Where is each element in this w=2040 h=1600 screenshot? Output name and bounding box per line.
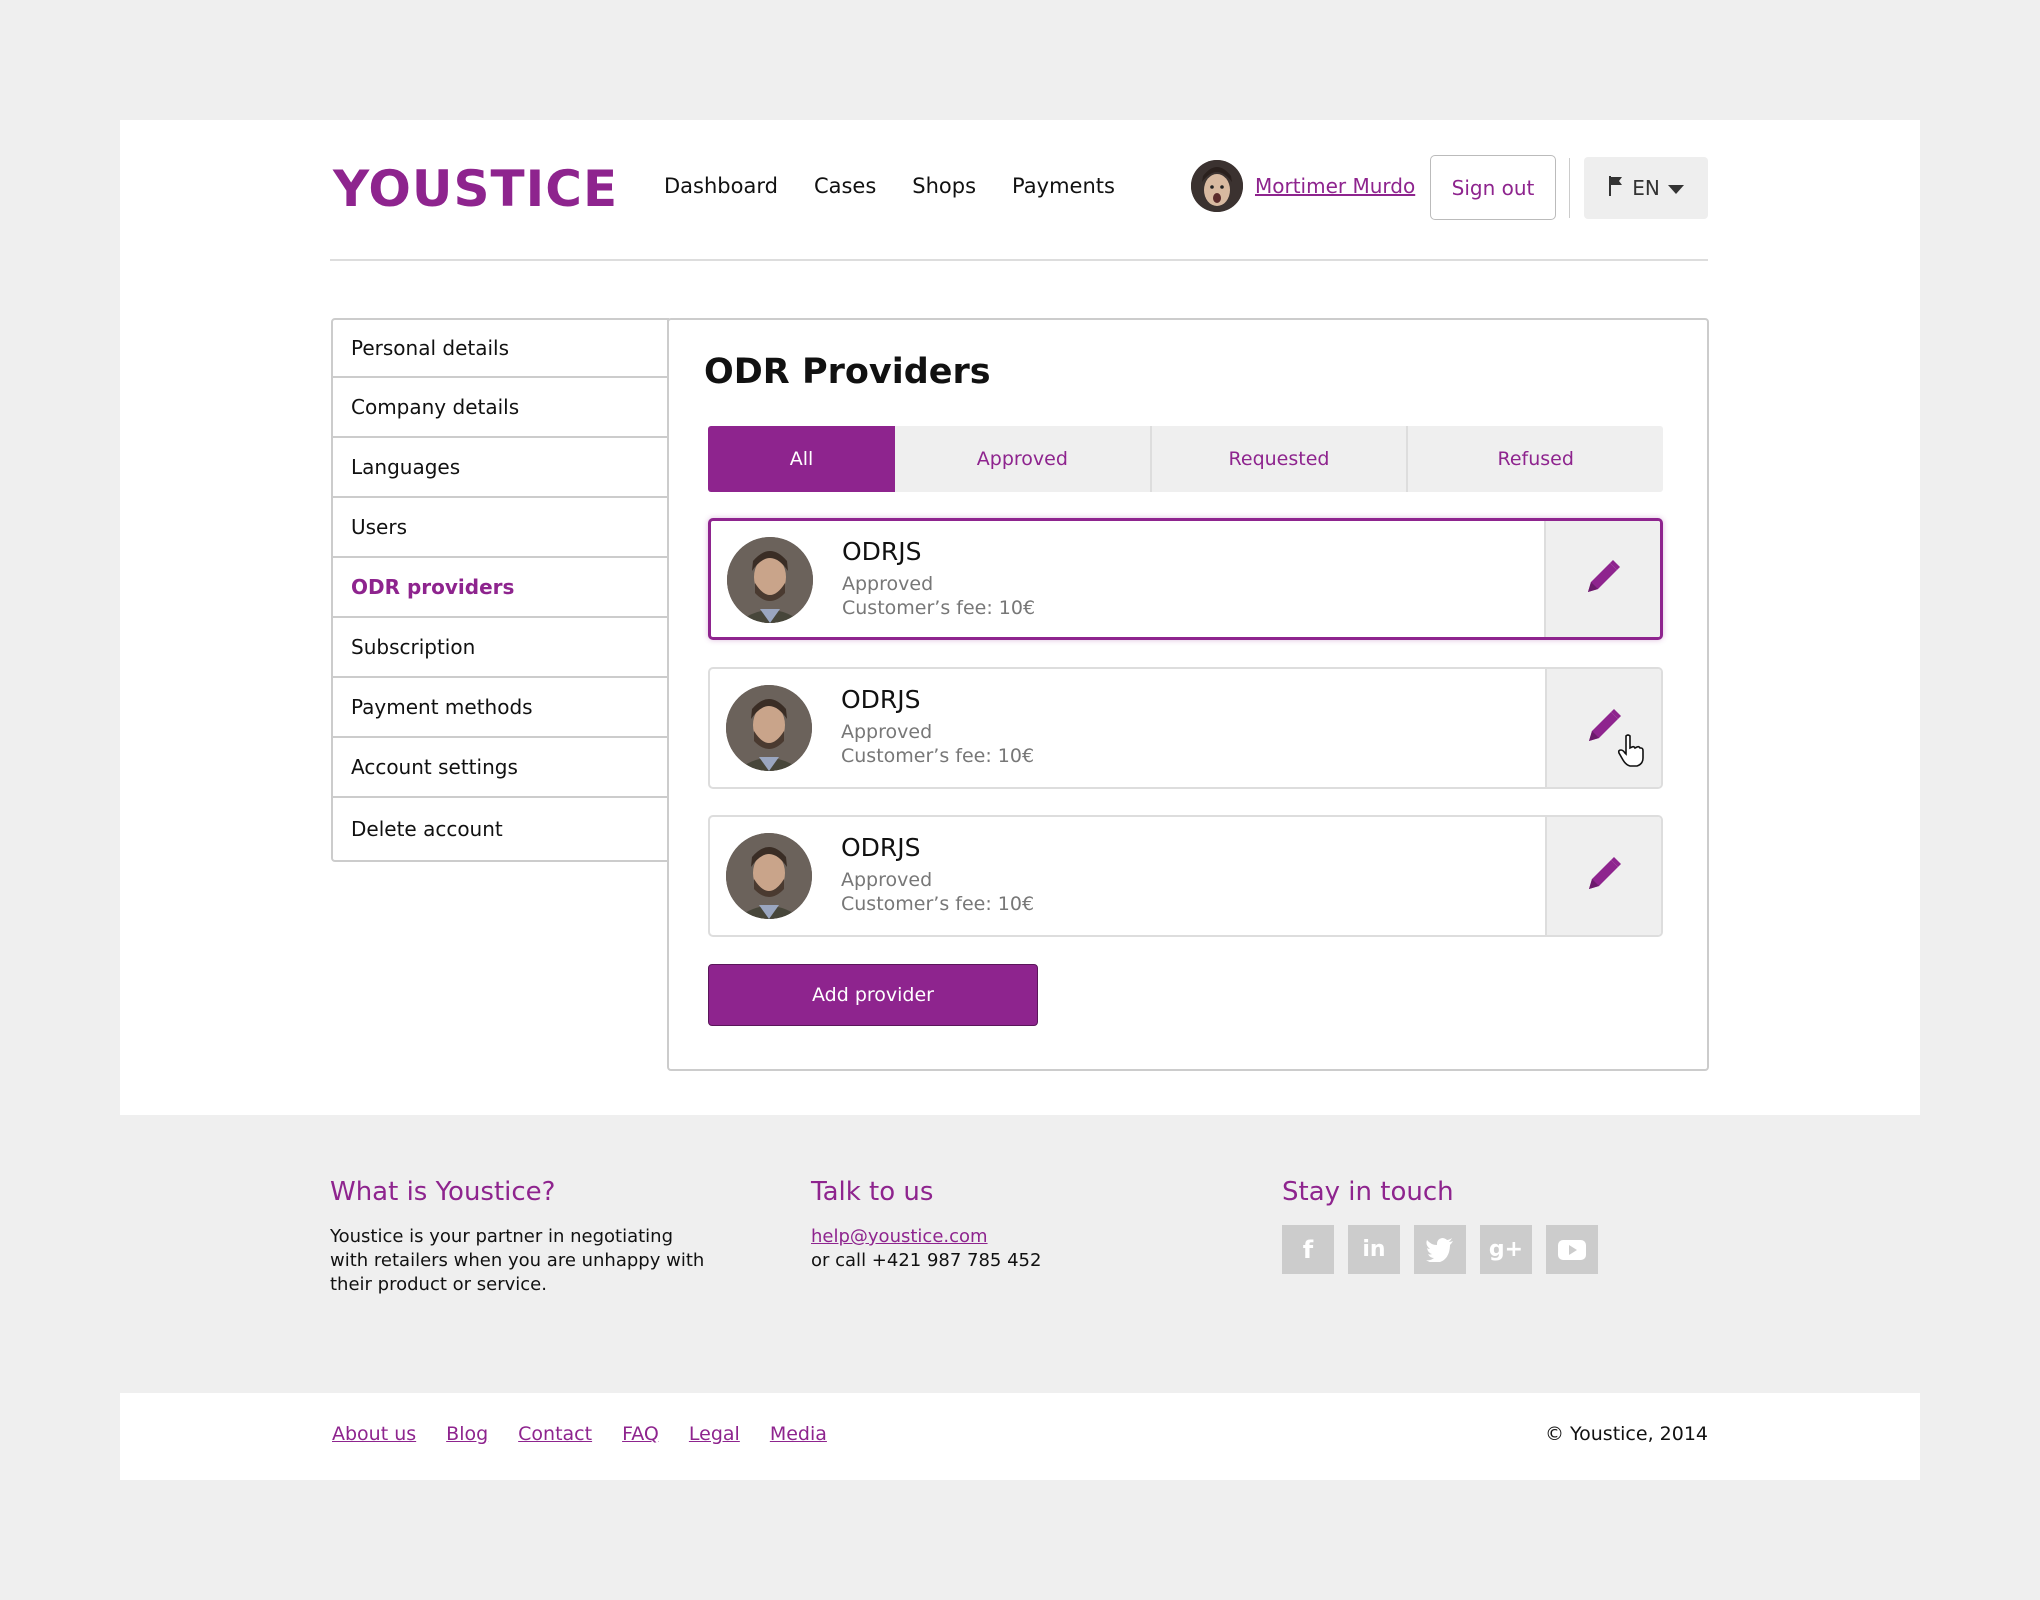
sidebar-item-users[interactable]: Users bbox=[331, 498, 669, 558]
contact-email-link[interactable]: help@youstice.com bbox=[811, 1226, 988, 1247]
youstice-logo[interactable]: YOUSTICE bbox=[333, 160, 618, 218]
footer-contact-title: Talk to us bbox=[811, 1177, 934, 1207]
chevron-down-icon bbox=[1667, 176, 1684, 200]
footer-link-about[interactable]: About us bbox=[332, 1423, 416, 1445]
sidebar-item-account-settings[interactable]: Account settings bbox=[331, 738, 669, 798]
provider-name: ODRJS bbox=[841, 833, 921, 862]
sidebar-item-company-details[interactable]: Company details bbox=[331, 378, 669, 438]
sidebar-item-languages[interactable]: Languages bbox=[331, 438, 669, 498]
sidebar-item-delete-account[interactable]: Delete account bbox=[331, 798, 669, 862]
provider-avatar bbox=[727, 537, 813, 623]
provider-status: Approved bbox=[841, 869, 933, 891]
sidebar-item-odr-providers[interactable]: ODR providers bbox=[331, 558, 669, 618]
user-menu: Mortimer Murdo bbox=[1191, 160, 1415, 212]
provider-card[interactable]: ODRJS Approved Customer’s fee: 10€ bbox=[708, 815, 1663, 937]
copyright: © Youstice, 2014 bbox=[1545, 1423, 1708, 1445]
google-plus-icon[interactable]: g+ bbox=[1480, 1225, 1532, 1274]
tab-all[interactable]: All bbox=[708, 426, 895, 492]
footer-link-faq[interactable]: FAQ bbox=[622, 1423, 659, 1445]
footer-link-contact[interactable]: Contact bbox=[518, 1423, 592, 1445]
pencil-icon bbox=[1584, 558, 1622, 600]
provider-fee: Customer’s fee: 10€ bbox=[841, 745, 1035, 767]
tab-requested[interactable]: Requested bbox=[1152, 426, 1409, 492]
linkedin-icon[interactable]: in bbox=[1348, 1225, 1400, 1274]
provider-name: ODRJS bbox=[842, 537, 922, 566]
footer-about: What is Youstice? Youstice is your partn… bbox=[330, 1177, 710, 1297]
page: YOUSTICE Dashboard Cases Shops Payments … bbox=[120, 120, 1920, 1480]
footer-link-blog[interactable]: Blog bbox=[446, 1423, 488, 1445]
footer-about-title: What is Youstice? bbox=[330, 1177, 556, 1207]
footer-about-text: Youstice is your partner in negotiating … bbox=[330, 1226, 705, 1295]
language-selector[interactable]: EN bbox=[1584, 157, 1708, 219]
facebook-icon[interactable]: f bbox=[1282, 1225, 1334, 1274]
footer-contact: Talk to us help@youstice.com or call +42… bbox=[811, 1177, 1111, 1273]
language-label: EN bbox=[1632, 176, 1660, 200]
sidebar-item-payment-methods[interactable]: Payment methods bbox=[331, 678, 669, 738]
footer-social: Stay in touch f in g+ bbox=[1282, 1177, 1682, 1274]
user-name-link[interactable]: Mortimer Murdo bbox=[1255, 174, 1415, 198]
add-provider-button[interactable]: Add provider bbox=[708, 964, 1038, 1026]
sign-out-button[interactable]: Sign out bbox=[1430, 155, 1556, 220]
footer-links: About us Blog Contact FAQ Legal Media bbox=[332, 1423, 827, 1445]
provider-status: Approved bbox=[842, 573, 934, 595]
page-title: ODR Providers bbox=[704, 352, 991, 392]
provider-avatar bbox=[726, 833, 812, 919]
header-divider bbox=[1569, 158, 1570, 218]
nav-cases[interactable]: Cases bbox=[814, 174, 876, 198]
sidebar-item-personal-details[interactable]: Personal details bbox=[331, 318, 669, 378]
hand-cursor-icon bbox=[1617, 734, 1645, 772]
flag-icon bbox=[1608, 175, 1624, 202]
tab-refused[interactable]: Refused bbox=[1408, 426, 1663, 492]
provider-fee: Customer’s fee: 10€ bbox=[842, 597, 1036, 619]
provider-card[interactable]: ODRJS Approved Customer’s fee: 10€ bbox=[708, 667, 1663, 789]
nav-payments[interactable]: Payments bbox=[1012, 174, 1115, 198]
twitter-icon[interactable] bbox=[1414, 1225, 1466, 1274]
provider-status: Approved bbox=[841, 721, 933, 743]
footer-link-media[interactable]: Media bbox=[770, 1423, 827, 1445]
provider-filter-tabs: All Approved Requested Refused bbox=[708, 426, 1663, 492]
pencil-icon bbox=[1585, 855, 1623, 897]
avatar bbox=[1191, 160, 1243, 212]
provider-name: ODRJS bbox=[841, 685, 921, 714]
header-divider-line bbox=[330, 259, 1708, 261]
provider-card[interactable]: ODRJS Approved Customer’s fee: 10€ bbox=[708, 518, 1663, 640]
nav-dashboard[interactable]: Dashboard bbox=[664, 174, 778, 198]
site-footer: What is Youstice? Youstice is your partn… bbox=[120, 1115, 1920, 1393]
contact-phone: or call +421 987 785 452 bbox=[811, 1250, 1042, 1271]
sidebar-item-subscription[interactable]: Subscription bbox=[331, 618, 669, 678]
provider-avatar bbox=[726, 685, 812, 771]
provider-fee: Customer’s fee: 10€ bbox=[841, 893, 1035, 915]
nav-shops[interactable]: Shops bbox=[912, 174, 976, 198]
edit-provider-button[interactable] bbox=[1545, 817, 1661, 935]
edit-provider-button[interactable] bbox=[1544, 521, 1660, 637]
youtube-icon[interactable] bbox=[1546, 1225, 1598, 1274]
footer-social-title: Stay in touch bbox=[1282, 1177, 1454, 1207]
bottom-bar: About us Blog Contact FAQ Legal Media © … bbox=[120, 1393, 1920, 1480]
main-nav: Dashboard Cases Shops Payments bbox=[664, 174, 1151, 198]
tab-approved[interactable]: Approved bbox=[895, 426, 1152, 492]
footer-link-legal[interactable]: Legal bbox=[689, 1423, 740, 1445]
settings-sidebar: Personal details Company details Languag… bbox=[331, 318, 669, 862]
